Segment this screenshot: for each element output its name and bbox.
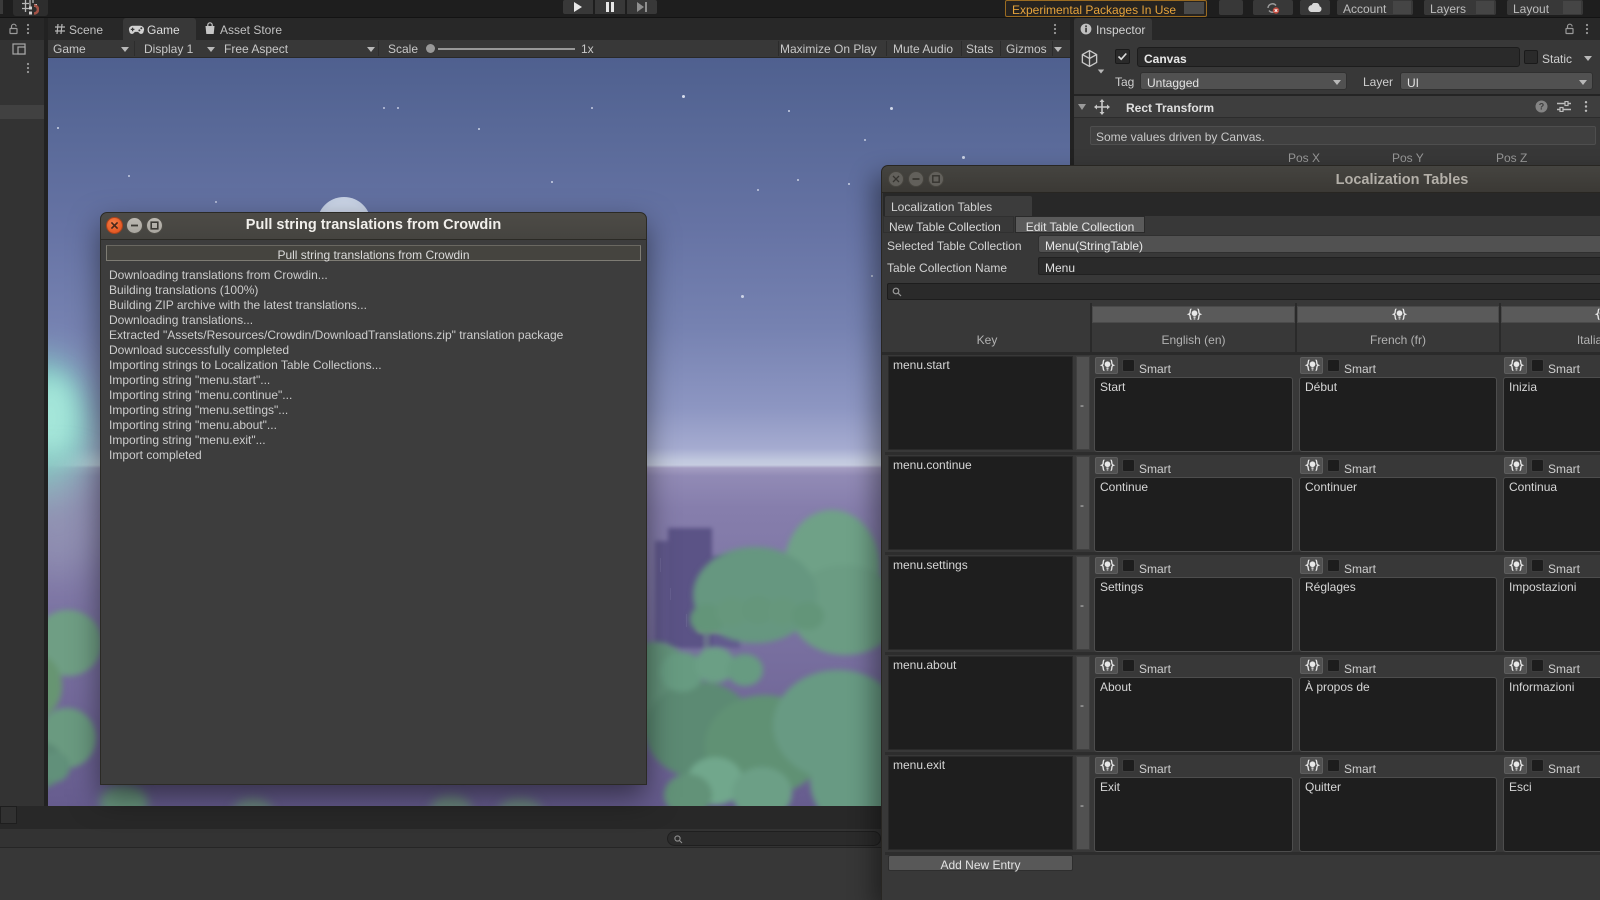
svg-text:?: ? [1539, 102, 1545, 112]
